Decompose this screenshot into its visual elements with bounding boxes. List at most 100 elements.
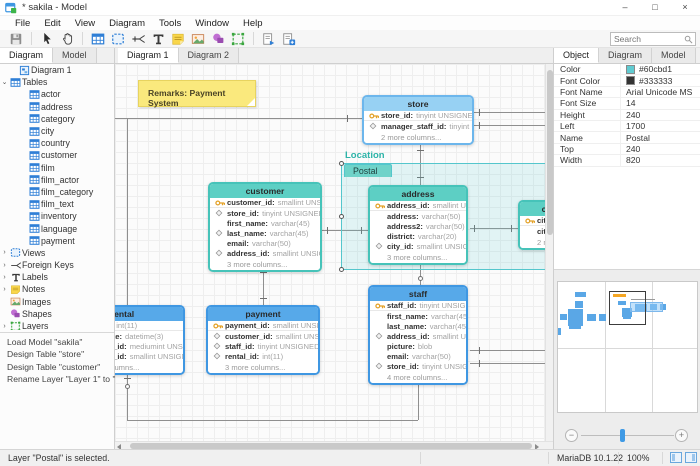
new-table-button[interactable] [88, 31, 108, 47]
property-row-width[interactable]: Width 820 [554, 155, 700, 167]
diagram-tab-diagram-2[interactable]: Diagram 2 [178, 48, 240, 63]
relation-line[interactable] [127, 375, 128, 420]
overview-minimap[interactable] [557, 281, 698, 413]
table-title[interactable]: city [520, 202, 545, 216]
tree-item-views[interactable]: › Views [0, 247, 114, 259]
tree-item-diagram-1[interactable]: Diagram 1 [0, 64, 114, 76]
tree-item-actor[interactable]: actor [0, 88, 114, 100]
tree-item-labels[interactable]: › Labels [0, 271, 114, 283]
pointer-button[interactable] [37, 31, 57, 47]
canvas-vertical-scrollbar[interactable] [545, 64, 553, 441]
properties-tab-object[interactable]: Object [554, 48, 600, 63]
table-title[interactable]: store [364, 97, 472, 111]
toggle-right-pane-icon[interactable] [685, 452, 697, 463]
new-foreign-key-button[interactable] [128, 31, 148, 47]
relation-line[interactable] [115, 118, 362, 119]
tree-item-tables[interactable]: ⌄ Tables [0, 76, 114, 88]
chevron-collapsed-icon[interactable]: › [0, 274, 9, 281]
note-remarks[interactable]: Remarks: Payment System [138, 80, 256, 108]
er-table-payment[interactable]: paymentpayment_id:smallint UNSIGNEDcusto… [206, 305, 320, 375]
sidebar-tab-model[interactable]: Model [53, 48, 97, 63]
property-row-font-name[interactable]: Font Name Arial Unicode MS [554, 86, 700, 99]
tree-item-country[interactable]: country [0, 137, 114, 149]
er-table-rental[interactable]: rentalrental_id:int(11)rental_date:datet… [115, 305, 185, 375]
menu-file[interactable]: File [8, 18, 37, 29]
tree-item-film_actor[interactable]: film_actor [0, 174, 114, 186]
property-row-name[interactable]: Name Postal [554, 132, 700, 144]
tree-item-language[interactable]: language [0, 222, 114, 234]
new-shape-button[interactable] [208, 31, 228, 47]
table-title[interactable]: payment [208, 307, 318, 321]
hand-button[interactable] [57, 31, 77, 47]
selection-handle[interactable] [339, 214, 344, 219]
property-row-left[interactable]: Left 1700 [554, 120, 700, 133]
layer-caption-label[interactable]: Location [345, 150, 385, 161]
zoom-out-button[interactable]: − [565, 429, 578, 442]
sidebar-tab-diagram[interactable]: Diagram [0, 48, 54, 63]
properties-tab-model[interactable]: Model [652, 48, 696, 63]
table-title[interactable]: staff [370, 287, 466, 301]
maximize-button[interactable]: □ [640, 0, 670, 16]
layer-name-tab[interactable]: Postal [344, 164, 393, 177]
tree-item-foreign-keys[interactable]: › Foreign Keys [0, 259, 114, 271]
export-sql-button[interactable] [259, 31, 279, 47]
diagram-canvas[interactable]: Postal Location Remarks: Payment System sto… [115, 64, 545, 441]
relation-line[interactable] [127, 118, 128, 305]
search-input[interactable] [614, 34, 684, 44]
properties-tab-diagram[interactable]: Diagram [599, 48, 653, 63]
zoom-slider-track[interactable] [581, 435, 674, 436]
tree-item-film_text[interactable]: film_text [0, 198, 114, 210]
relation-line[interactable] [263, 268, 264, 305]
property-row-height[interactable]: Height 240 [554, 109, 700, 121]
er-table-customer[interactable]: customercustomer_id:smallint UNSIGNEDsto… [208, 182, 322, 272]
new-view-button[interactable] [108, 31, 128, 47]
selection-handle[interactable] [339, 267, 344, 272]
save-button[interactable] [6, 31, 26, 47]
print-button[interactable] [279, 31, 299, 47]
table-title[interactable]: customer [210, 184, 320, 198]
er-table-address[interactable]: addressaddress_id:smallint UNSIGNEDaddre… [368, 185, 468, 265]
tree-item-city[interactable]: city [0, 125, 114, 137]
tree-item-film_category[interactable]: film_category [0, 186, 114, 198]
chevron-collapsed-icon[interactable]: › [0, 262, 9, 269]
property-row-color[interactable]: Color #60cbd1 [554, 64, 700, 76]
chevron-expanded-icon[interactable]: ⌄ [0, 78, 9, 86]
relation-line[interactable] [418, 385, 419, 420]
chevron-collapsed-icon[interactable]: › [0, 249, 9, 256]
close-button[interactable]: × [670, 0, 700, 16]
tree-item-layers[interactable]: › Layers [0, 320, 114, 330]
er-table-city[interactable]: citycity_id:smallint UNSIGNEDcity:varcha… [518, 200, 545, 250]
relation-line[interactable] [474, 112, 545, 113]
tree-item-customer[interactable]: customer [0, 149, 114, 161]
chevron-collapsed-icon[interactable]: › [0, 323, 9, 330]
tree-item-category[interactable]: category [0, 113, 114, 125]
tree-item-images[interactable]: Images [0, 296, 114, 308]
relation-line[interactable] [470, 350, 545, 351]
zoom-slider-handle[interactable] [620, 429, 625, 442]
selection-handle[interactable] [339, 161, 344, 166]
menu-tools[interactable]: Tools [152, 18, 188, 29]
property-row-top[interactable]: Top 240 [554, 143, 700, 156]
minimap-viewport[interactable] [609, 291, 646, 325]
new-image-button[interactable] [188, 31, 208, 47]
property-row-font-color[interactable]: Font Color #333333 [554, 75, 700, 87]
relation-line[interactable] [127, 420, 418, 421]
tree-item-payment[interactable]: payment [0, 235, 114, 247]
new-layer-button[interactable] [228, 31, 248, 47]
search-box[interactable] [610, 32, 696, 46]
tree-item-address[interactable]: address [0, 101, 114, 113]
chevron-collapsed-icon[interactable]: › [0, 286, 9, 293]
er-table-staff[interactable]: staffstaff_id:tinyint UNSIGNEDfirst_name… [368, 285, 468, 385]
diagram-tab-diagram-1[interactable]: Diagram 1 [118, 48, 179, 63]
relation-line[interactable] [474, 125, 545, 126]
menu-view[interactable]: View [68, 18, 102, 29]
menu-window[interactable]: Window [188, 18, 236, 29]
minimize-button[interactable]: – [610, 0, 640, 16]
table-title[interactable]: rental [115, 307, 183, 321]
property-row-font-size[interactable]: Font Size 14 [554, 98, 700, 110]
new-note-button[interactable] [168, 31, 188, 47]
toggle-left-pane-icon[interactable] [670, 452, 682, 463]
menu-diagram[interactable]: Diagram [102, 18, 152, 29]
tree-item-shapes[interactable]: Shapes [0, 308, 114, 320]
menu-help[interactable]: Help [236, 18, 270, 29]
